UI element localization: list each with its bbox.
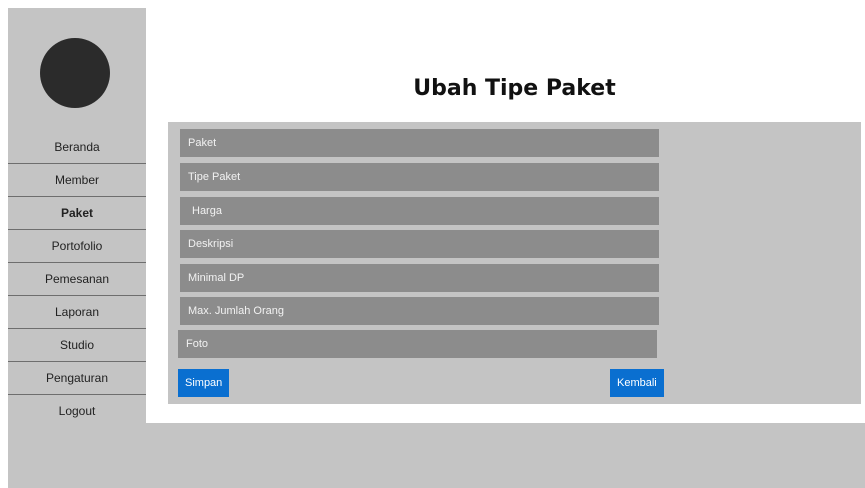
sidebar-item-pengaturan[interactable]: Pengaturan (8, 362, 146, 395)
deskripsi-input[interactable] (180, 230, 659, 258)
sidebar-item-pemesanan[interactable]: Pemesanan (8, 263, 146, 296)
tipe-paket-input[interactable] (180, 163, 659, 191)
foto-input[interactable] (178, 330, 657, 358)
sidebar-item-laporan[interactable]: Laporan (8, 296, 146, 329)
minimal-dp-input[interactable] (180, 264, 659, 292)
save-button[interactable]: Simpan (178, 369, 230, 397)
sidebar-item-beranda[interactable]: Beranda (8, 131, 146, 164)
max-jumlah-orang-input[interactable] (180, 297, 659, 325)
sidebar-nav: Beranda Member Paket Portofolio Pemesana… (8, 131, 146, 428)
form-panel: Simpan Kembali (168, 122, 861, 404)
paket-input[interactable] (180, 129, 659, 157)
sidebar-item-paket[interactable]: Paket (8, 197, 146, 230)
page-title: Ubah Tipe Paket (413, 76, 616, 101)
back-button[interactable]: Kembali (610, 369, 664, 397)
sidebar-item-studio[interactable]: Studio (8, 329, 146, 362)
footer (8, 423, 865, 488)
harga-input[interactable] (180, 197, 659, 225)
avatar[interactable] (40, 38, 110, 108)
sidebar-item-member[interactable]: Member (8, 164, 146, 197)
sidebar: Beranda Member Paket Portofolio Pemesana… (8, 8, 146, 428)
sidebar-item-portofolio[interactable]: Portofolio (8, 230, 146, 263)
